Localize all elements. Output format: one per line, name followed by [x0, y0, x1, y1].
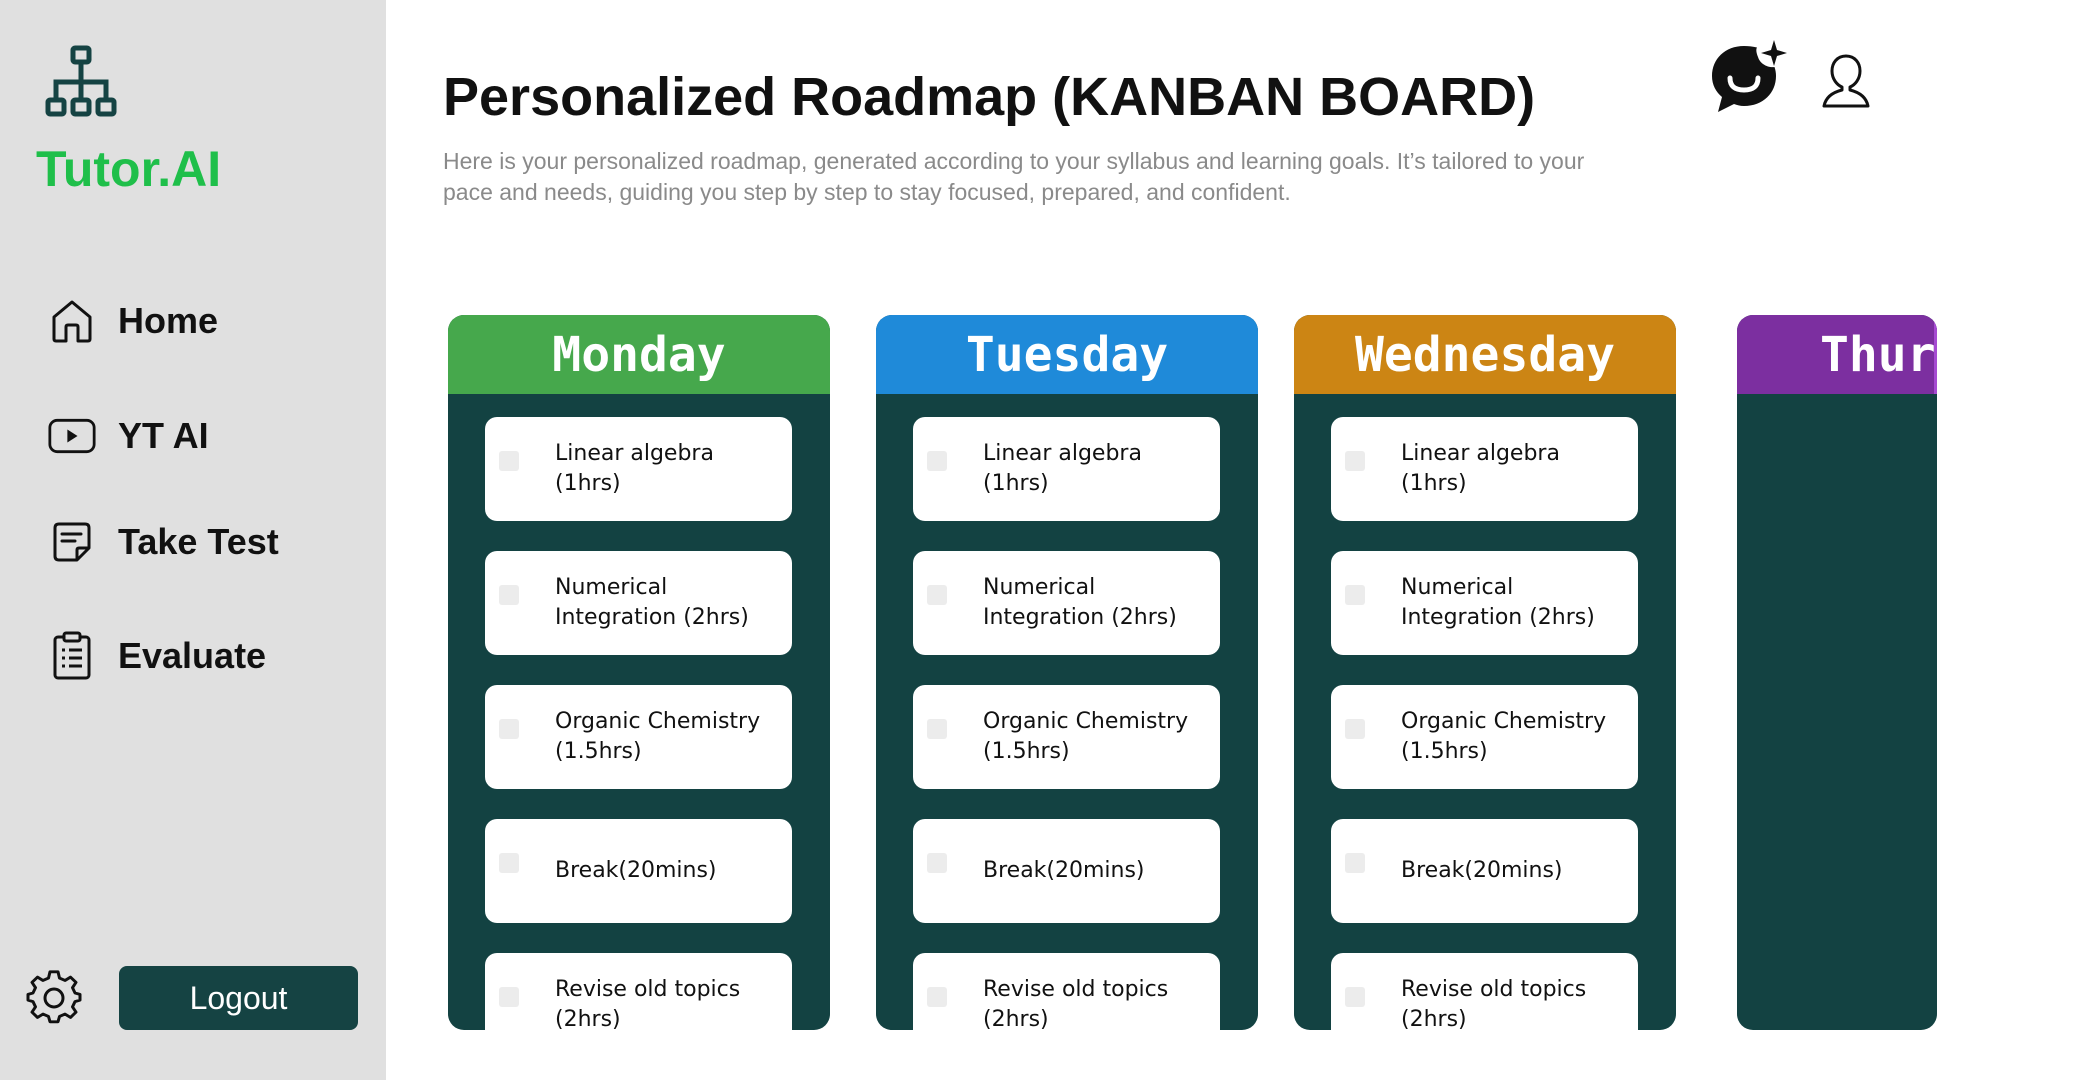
- task-checkbox[interactable]: [1345, 451, 1365, 471]
- nav-label-evaluate: Evaluate: [118, 635, 267, 676]
- ai-chat-icon[interactable]: [1708, 38, 1790, 120]
- column-thur: Thur: [1737, 315, 1937, 1030]
- logout-button[interactable]: Logout: [119, 966, 358, 1030]
- task-checkbox[interactable]: [1345, 719, 1365, 739]
- task-label: Organic Chemistry (1.5hrs): [983, 709, 1189, 764]
- task-card[interactable]: Linear algebra (1hrs): [913, 417, 1220, 521]
- task-card[interactable]: Revise old topics (2hrs): [913, 953, 1220, 1030]
- task-card[interactable]: Numerical Integration (2hrs): [1331, 551, 1638, 655]
- column-header: Monday: [448, 315, 830, 394]
- column-header: Wednesday: [1294, 315, 1676, 394]
- task-card[interactable]: Break(20mins): [913, 819, 1220, 923]
- column-monday: Monday Linear algebra (1hrs) Numerical Int…: [448, 315, 830, 1030]
- column-header: Tuesday: [876, 315, 1258, 394]
- brand-name: Tutor.AI: [36, 141, 222, 197]
- page-title: Personalized Roadmap (KANBAN BOARD): [443, 67, 1536, 127]
- task-checkbox[interactable]: [1345, 853, 1365, 873]
- task-label: Organic Chemistry (1.5hrs): [1401, 709, 1607, 764]
- sitemap-icon: [45, 45, 117, 117]
- task-label: Organic Chemistry (1.5hrs): [555, 709, 761, 764]
- clipboard-list-icon: [48, 631, 96, 680]
- task-checkbox[interactable]: [499, 451, 519, 471]
- column-tuesday: Tuesday Linear algebra (1hrs) Numerical In…: [876, 315, 1258, 1030]
- task-checkbox[interactable]: [927, 853, 947, 873]
- test-note-icon: [48, 518, 96, 566]
- task-checkbox[interactable]: [499, 853, 519, 873]
- task-card[interactable]: Break(20mins): [485, 819, 792, 923]
- task-checkbox[interactable]: [499, 719, 519, 739]
- task-label: Numerical Integration (2hrs): [555, 575, 749, 630]
- nav-item-home[interactable]: Home: [48, 291, 218, 351]
- nav-label-take-test: Take Test: [118, 521, 279, 562]
- task-label: Revise old topics (2hrs): [555, 977, 741, 1030]
- task-label: Break(20mins): [983, 858, 1145, 883]
- task-card[interactable]: Linear algebra (1hrs): [485, 417, 792, 521]
- gear-icon[interactable]: [26, 970, 82, 1026]
- task-label: Linear algebra (1hrs): [983, 441, 1142, 496]
- task-card[interactable]: Revise old topics (2hrs): [485, 953, 792, 1030]
- task-checkbox[interactable]: [499, 585, 519, 605]
- task-checkbox[interactable]: [927, 987, 947, 1007]
- youtube-play-icon: [48, 412, 96, 460]
- task-label: Linear algebra (1hrs): [555, 441, 714, 496]
- task-label: Numerical Integration (2hrs): [1401, 575, 1595, 630]
- task-card[interactable]: Organic Chemistry (1.5hrs): [485, 685, 792, 789]
- nav-item-yt-ai[interactable]: YT AI: [48, 406, 209, 466]
- task-label: Revise old topics (2hrs): [1401, 977, 1587, 1030]
- home-icon: [48, 297, 96, 345]
- task-label: Linear algebra (1hrs): [1401, 441, 1560, 496]
- task-card[interactable]: Organic Chemistry (1.5hrs): [913, 685, 1220, 789]
- task-checkbox[interactable]: [927, 719, 947, 739]
- page-description: Here is your personalized roadmap, gener…: [443, 148, 1585, 205]
- task-label: Break(20mins): [1401, 858, 1563, 883]
- column-header: Thur: [1737, 315, 1937, 394]
- task-card[interactable]: Numerical Integration (2hrs): [913, 551, 1220, 655]
- task-checkbox[interactable]: [927, 451, 947, 471]
- task-checkbox[interactable]: [499, 987, 519, 1007]
- nav-label-yt-ai: YT AI: [118, 415, 209, 456]
- task-card[interactable]: Break(20mins): [1331, 819, 1638, 923]
- task-label: Numerical Integration (2hrs): [983, 575, 1177, 630]
- sidebar: Tutor.AI Home YT AI Take Test Evaluate L…: [0, 0, 386, 1080]
- column-wednesday: Wednesday Linear algebra (1hrs) Numerical …: [1294, 315, 1676, 1030]
- user-icon[interactable]: [1820, 52, 1872, 110]
- task-checkbox[interactable]: [1345, 987, 1365, 1007]
- task-card[interactable]: Revise old topics (2hrs): [1331, 953, 1638, 1030]
- nav-item-take-test[interactable]: Take Test: [48, 512, 279, 572]
- task-card[interactable]: Numerical Integration (2hrs): [485, 551, 792, 655]
- nav-label-home: Home: [118, 300, 219, 341]
- task-checkbox[interactable]: [927, 585, 947, 605]
- task-checkbox[interactable]: [1345, 585, 1365, 605]
- nav-item-evaluate[interactable]: Evaluate: [48, 626, 266, 686]
- task-card[interactable]: Linear algebra (1hrs): [1331, 417, 1638, 521]
- task-label: Break(20mins): [555, 858, 717, 883]
- task-card[interactable]: Organic Chemistry (1.5hrs): [1331, 685, 1638, 789]
- task-label: Revise old topics (2hrs): [983, 977, 1169, 1030]
